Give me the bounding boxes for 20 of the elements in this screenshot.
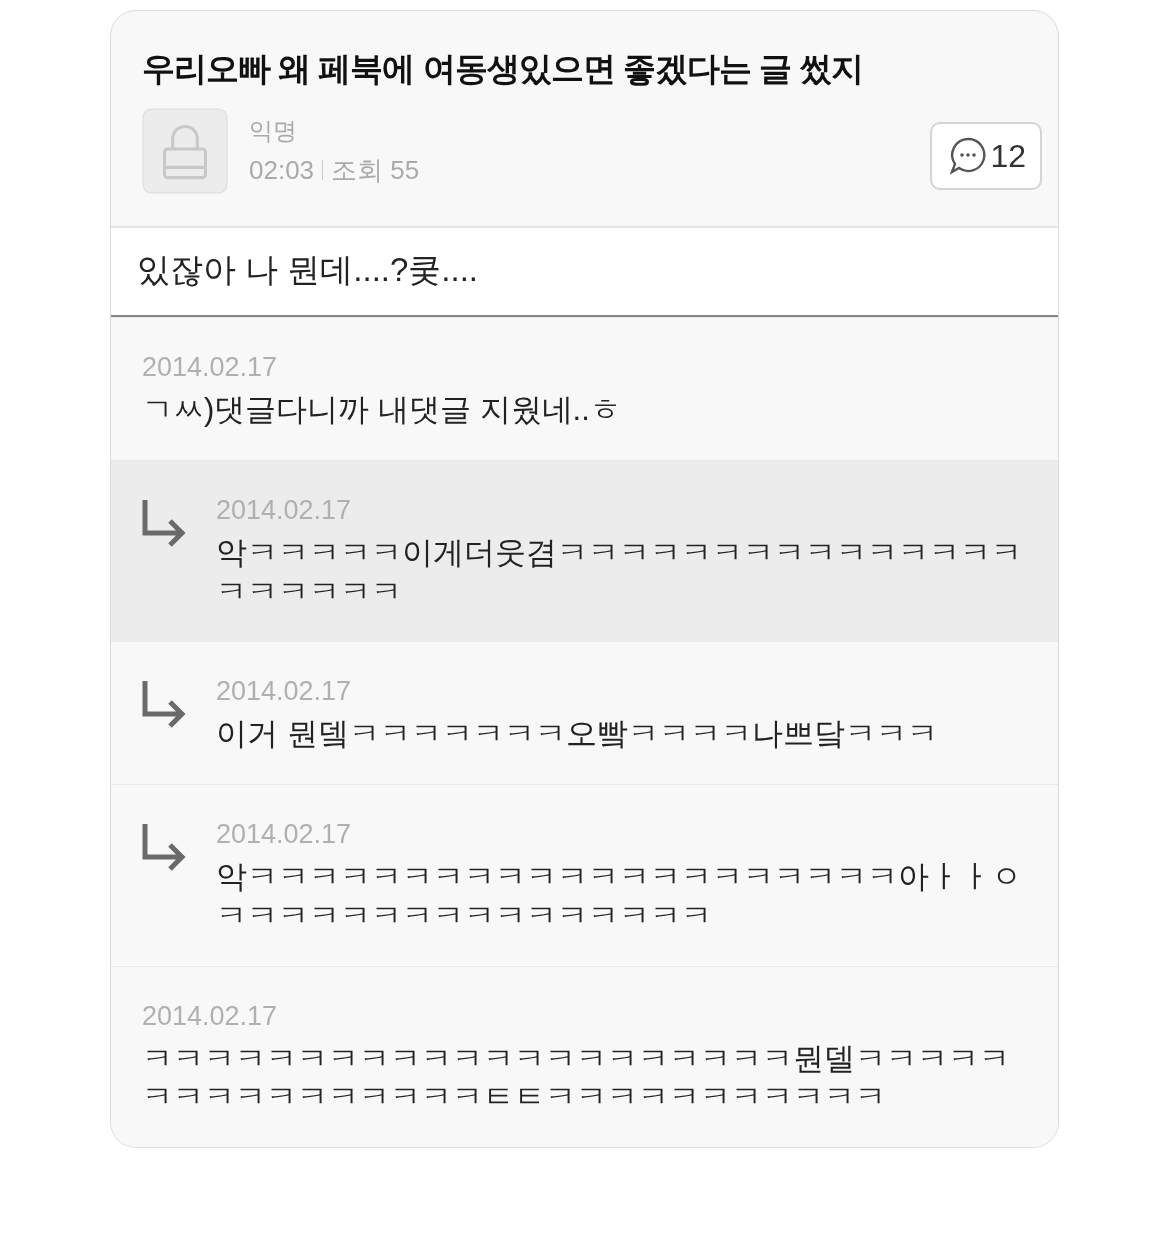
reply-arrow-icon	[140, 678, 188, 729]
comment-text: 악ㅋㅋㅋㅋㅋㅋㅋㅋㅋㅋㅋㅋㅋㅋㅋㅋㅋㅋㅋㅋㅋ아ㅏㅏㅇ ㅋㅋㅋㅋㅋㅋㅋㅋㅋㅋㅋㅋㅋㅋㅋㅋ	[216, 858, 1022, 935]
comment-text: ㅋㅋㅋㅋㅋㅋㅋㅋㅋㅋㅋㅋㅋㅋㅋㅋㅋㅋㅋㅋㅋ뭔델ㅋㅋㅋㅋㅋ ㅋㅋㅋㅋㅋㅋㅋㅋㅋㅋㅋㅌㅌㅋㅋㅋㅋㅋㅋㅋㅋㅋㅋㅋ	[142, 1039, 1010, 1117]
comment-date: 2014.02.17	[216, 494, 353, 526]
reply-arrow-icon	[140, 821, 188, 871]
comment-date: 2014.02.17	[142, 1000, 279, 1032]
comment-text: ㄱㅆ)댓글다니까 내댓글 지웠네..ㅎ	[142, 391, 621, 429]
comment-count-button[interactable]: 12	[930, 122, 1042, 190]
comment-date: 2014.02.17	[142, 352, 279, 383]
post-title: 우리오빠 왜 페북에 여동생있으면 좋겠다는 글 썼지	[142, 49, 864, 89]
comment-text: 악ㅋㅋㅋㅋㅋ이게더웃겸ㅋㅋㅋㅋㅋㅋㅋㅋㅋㅋㅋㅋㅋㅋㅋ ㅋㅋㅋㅋㅋㅋ	[216, 533, 1022, 611]
comment-text: 이거 뭔뎈ㅋㅋㅋㅋㅋㅋㅋ오빸ㅋㅋㅋㅋ나쁘닼ㅋㅋㅋ	[216, 715, 938, 754]
comment-date: 2014.02.17	[216, 819, 353, 850]
view-count: 조회 55	[331, 153, 420, 187]
post-body: 있잖아 나 뭔데....?쿶....	[111, 226, 1058, 317]
author-name: 익명	[249, 115, 298, 146]
comment-date: 2014.02.17	[216, 676, 353, 708]
post-time: 02:03	[249, 154, 315, 186]
lock-icon	[142, 108, 228, 194]
speech-bubble-icon	[948, 136, 989, 176]
